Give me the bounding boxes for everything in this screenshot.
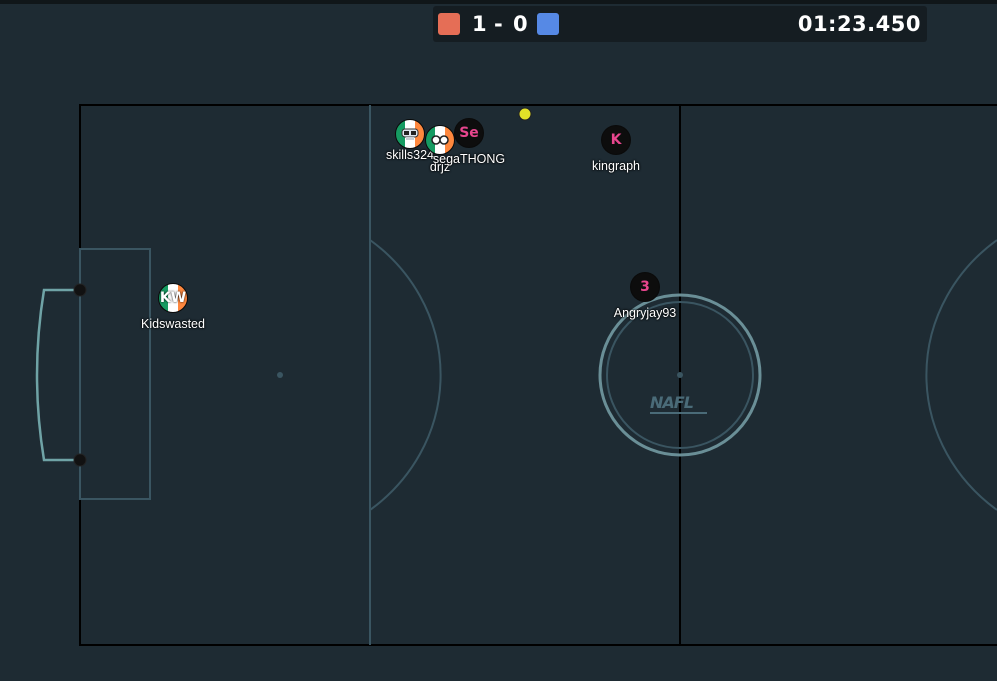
player-name: Angryjay93 [613, 306, 677, 320]
player-name: segaTHONG [432, 152, 506, 166]
zone-arc-right [925, 239, 997, 511]
red-team-swatch [438, 13, 460, 35]
pitch-boundary [79, 104, 997, 646]
player-avatar [425, 125, 455, 155]
goal-net [35, 288, 80, 462]
zone-arc-left [369, 239, 442, 511]
eyes-icon [431, 135, 449, 145]
player-angryjay93: 3 Angryjay93 [614, 272, 676, 320]
player-avatar: Se [454, 118, 484, 148]
center-spot [677, 372, 683, 378]
player-name: kingraph [592, 159, 640, 173]
player-segathong: Se segaTHONG [433, 118, 505, 166]
pitch-logo: NAFL [650, 393, 694, 412]
scoreboard: 1 - 0 01:23.450 [433, 6, 927, 42]
player-name: skills324 [386, 148, 434, 162]
player-avatar: KW [158, 283, 188, 313]
player-name: Kidswasted [141, 317, 205, 331]
goal-post-top [73, 283, 87, 297]
penalty-box [79, 248, 151, 500]
goggles-icon [401, 128, 419, 140]
player-avatar [395, 119, 425, 149]
ball [518, 107, 532, 121]
pitch [35, 104, 997, 646]
goal-post-bottom [73, 453, 87, 467]
player-kingraph: K kingraph [592, 125, 640, 173]
player-avatar: K [601, 125, 631, 155]
penalty-spot [277, 372, 283, 378]
blue-team-swatch [537, 13, 559, 35]
match-clock: 01:23.450 [797, 12, 921, 36]
player-skills324: skills324 [386, 119, 434, 162]
player-avatar: 3 [630, 272, 660, 302]
player-kidswasted: KW Kidswasted [141, 283, 205, 331]
red-score: 1 [472, 12, 487, 36]
score-separator: - [494, 12, 503, 36]
player-drjz: drjz [425, 125, 455, 174]
blue-score: 0 [513, 12, 528, 36]
